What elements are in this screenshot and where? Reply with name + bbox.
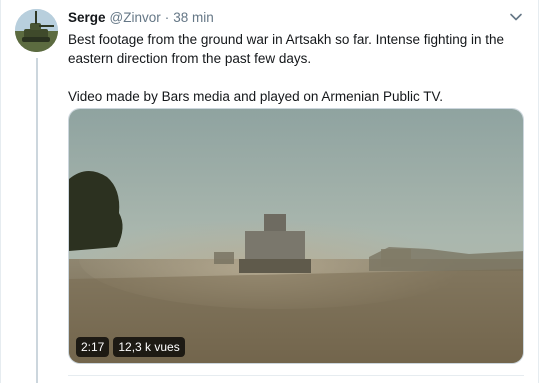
avatar[interactable] <box>15 9 58 52</box>
tweet-text-line: Best footage from the ground war in Arts… <box>68 32 505 66</box>
thread-line <box>36 58 38 383</box>
video-views: 12,3 k vues <box>113 337 185 357</box>
chevron-down-icon[interactable] <box>509 10 523 24</box>
tweet-header: Serge @Zinvor · 38 min <box>68 10 214 28</box>
video-badge: 2:17 12,3 k vues <box>76 337 185 357</box>
video-duration: 2:17 <box>76 337 110 357</box>
divider <box>68 375 524 376</box>
tweet-card[interactable]: Serge @Zinvor · 38 min Best footage from… <box>0 0 539 383</box>
separator-dot: · <box>164 10 170 25</box>
video-thumbnail <box>69 109 523 363</box>
user-handle[interactable]: @Zinvor <box>110 10 161 25</box>
tweet-timestamp[interactable]: 38 min <box>173 10 214 25</box>
avatar-image <box>15 9 58 52</box>
display-name[interactable]: Serge <box>68 10 106 25</box>
tweet-text-line: Video made by Bars media and played on A… <box>68 89 443 104</box>
video-player[interactable] <box>68 108 524 364</box>
tweet-text: Best footage from the ground war in Arts… <box>68 30 523 106</box>
